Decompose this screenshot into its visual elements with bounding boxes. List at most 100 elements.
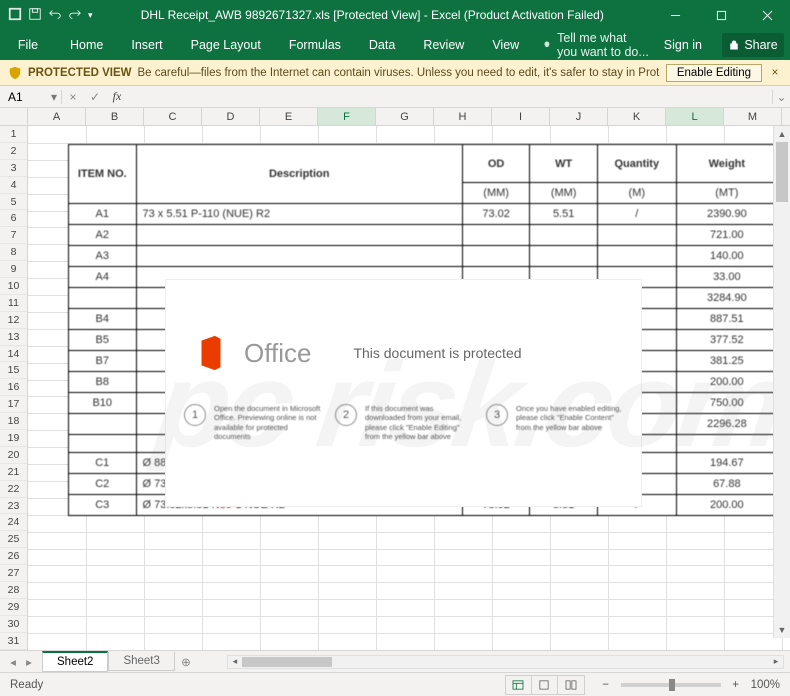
sheet-nav-prev-icon[interactable]: ◂ [6, 655, 20, 669]
chevron-down-icon[interactable]: ▾ [47, 90, 61, 104]
row-header[interactable]: 17 [0, 396, 27, 413]
col-header[interactable]: E [260, 108, 318, 125]
col-header[interactable]: B [86, 108, 144, 125]
row-header[interactable]: 1 [0, 126, 27, 143]
name-box[interactable]: A1 ▾ [0, 90, 62, 104]
cells-area[interactable]: ITEM NO. Description OD WT Quantity Weig… [28, 126, 790, 668]
normal-view-icon[interactable] [506, 676, 532, 694]
redo-icon[interactable] [68, 7, 82, 24]
window-title: DHL Receipt_AWB 9892671327.xls [Protecte… [93, 8, 652, 22]
row-header[interactable]: 3 [0, 160, 27, 177]
share-button[interactable]: Share [722, 33, 784, 57]
row-header[interactable]: 25 [0, 531, 27, 548]
close-icon[interactable]: × [768, 67, 782, 79]
scroll-left-icon[interactable]: ◂ [228, 656, 242, 668]
zoom-out-button[interactable]: − [599, 679, 613, 691]
col-header[interactable]: A [28, 108, 86, 125]
tab-home[interactable]: Home [56, 30, 117, 60]
row-header[interactable]: 28 [0, 582, 27, 599]
scroll-thumb[interactable] [776, 142, 788, 202]
col-header[interactable]: H [434, 108, 492, 125]
enable-editing-button[interactable]: Enable Editing [666, 64, 762, 82]
undo-icon[interactable] [48, 7, 62, 24]
row-header[interactable]: 21 [0, 464, 27, 481]
scroll-down-icon[interactable]: ▼ [774, 622, 790, 638]
hscroll-thumb[interactable] [242, 657, 332, 667]
protected-view-bar: PROTECTED VIEW Be careful—files from the… [0, 60, 790, 86]
file-tab[interactable]: File [0, 30, 56, 60]
row-header[interactable]: 12 [0, 312, 27, 329]
enter-icon[interactable]: ✓ [84, 90, 106, 104]
cancel-icon[interactable]: × [62, 90, 84, 104]
col-header[interactable]: I [492, 108, 550, 125]
row-header[interactable]: 20 [0, 447, 27, 464]
quick-access-toolbar: ▾ [0, 7, 93, 24]
row-header[interactable]: 13 [0, 329, 27, 346]
row-header[interactable]: 30 [0, 616, 27, 633]
zoom-level[interactable]: 100% [751, 679, 780, 691]
row-header[interactable]: 22 [0, 481, 27, 498]
row-header[interactable]: 2 [0, 143, 27, 160]
select-all-corner[interactable] [0, 108, 28, 125]
sheet-nav-next-icon[interactable]: ▸ [22, 655, 36, 669]
add-sheet-icon[interactable]: ⊕ [175, 655, 197, 669]
row-header[interactable]: 31 [0, 633, 27, 650]
row-header[interactable]: 6 [0, 210, 27, 227]
sign-in[interactable]: Sign in [650, 30, 716, 60]
maximize-button[interactable] [698, 0, 744, 30]
col-header[interactable]: M [724, 108, 782, 125]
row-header[interactable]: 8 [0, 244, 27, 261]
tab-formulas[interactable]: Formulas [275, 30, 355, 60]
formula-bar: A1 ▾ × ✓ fx ⌄ [0, 86, 790, 108]
minimize-button[interactable] [652, 0, 698, 30]
row-header[interactable]: 9 [0, 261, 27, 278]
col-header[interactable]: F [318, 108, 376, 125]
zoom-slider[interactable] [621, 683, 721, 687]
col-header[interactable]: C [144, 108, 202, 125]
col-header[interactable]: J [550, 108, 608, 125]
tab-review[interactable]: Review [409, 30, 478, 60]
row-header[interactable]: 23 [0, 498, 27, 515]
col-header[interactable]: L [666, 108, 724, 125]
row-header[interactable]: 14 [0, 346, 27, 363]
tab-insert[interactable]: Insert [117, 30, 176, 60]
row-header[interactable]: 27 [0, 565, 27, 582]
col-header[interactable]: G [376, 108, 434, 125]
row-header[interactable]: 18 [0, 413, 27, 430]
save-icon[interactable] [28, 7, 42, 24]
col-header[interactable]: K [608, 108, 666, 125]
row-header[interactable]: 26 [0, 548, 27, 565]
row-header[interactable]: 19 [0, 430, 27, 447]
row-header[interactable]: 10 [0, 278, 27, 295]
page-break-view-icon[interactable] [558, 676, 584, 694]
row-header[interactable]: 7 [0, 227, 27, 244]
row-header[interactable]: 5 [0, 194, 27, 211]
tab-view[interactable]: View [478, 30, 533, 60]
status-bar: Ready − + 100% [0, 672, 790, 696]
zoom-in-button[interactable]: + [729, 679, 743, 691]
share-label: Share [744, 38, 777, 52]
row-header[interactable]: 11 [0, 295, 27, 312]
row-header[interactable]: 16 [0, 379, 27, 396]
scroll-right-icon[interactable]: ▸ [769, 656, 783, 668]
row-header[interactable]: 24 [0, 514, 27, 531]
spreadsheet-grid[interactable]: A B C D E F G H I J K L M 12345678910111… [0, 108, 790, 668]
expand-icon[interactable]: ⌄ [772, 90, 790, 104]
page-layout-view-icon[interactable] [532, 676, 558, 694]
vertical-scrollbar[interactable]: ▲ ▼ [773, 126, 790, 638]
horizontal-scrollbar[interactable]: ◂ ▸ [227, 655, 784, 669]
row-header[interactable]: 29 [0, 599, 27, 616]
sheet-tab[interactable]: Sheet3 [108, 652, 174, 671]
row-header[interactable]: 4 [0, 177, 27, 194]
sheet-tab-active[interactable]: Sheet2 [42, 651, 108, 672]
fx-icon[interactable]: fx [106, 89, 128, 104]
tell-me[interactable]: Tell me what you want to do... [533, 30, 650, 60]
scroll-up-icon[interactable]: ▲ [774, 126, 790, 142]
zoom-control: − + 100% [599, 679, 780, 691]
tab-page-layout[interactable]: Page Layout [177, 30, 275, 60]
row-header[interactable]: 15 [0, 362, 27, 379]
close-button[interactable] [744, 0, 790, 30]
tab-data[interactable]: Data [355, 30, 409, 60]
col-header[interactable]: D [202, 108, 260, 125]
protected-view-title: PROTECTED VIEW [28, 67, 132, 79]
